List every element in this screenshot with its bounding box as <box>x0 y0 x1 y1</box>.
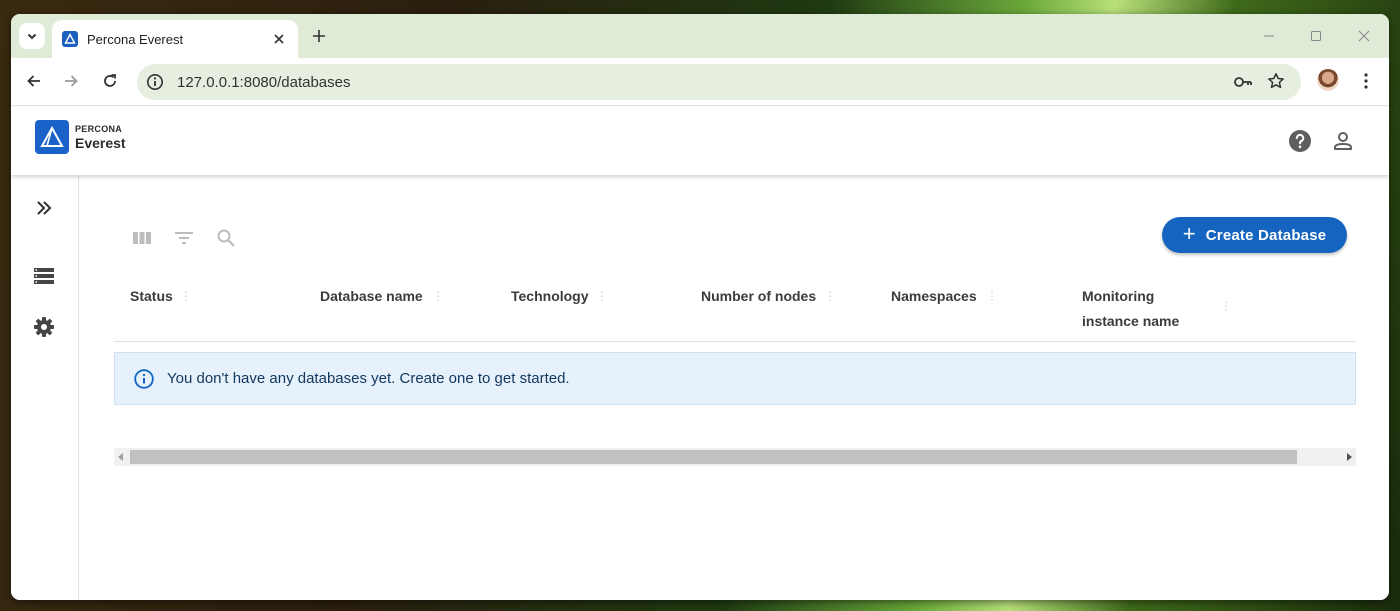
tab-title: Percona Everest <box>87 31 184 47</box>
sidebar-item-settings[interactable] <box>31 314 57 340</box>
column-header-status[interactable]: Status <box>130 284 173 309</box>
close-window-button[interactable] <box>1352 26 1376 46</box>
table-header: Status ⋮ Database name ⋮ Technology ⋮ Nu… <box>114 270 1356 342</box>
password-key-icon[interactable] <box>1233 73 1253 91</box>
minimize-icon <box>1264 35 1274 37</box>
chevron-double-right-icon <box>37 201 52 215</box>
column-header-technology[interactable]: Technology <box>511 284 589 309</box>
sidebar <box>11 175 79 600</box>
back-button[interactable] <box>21 68 47 94</box>
arrow-right-icon <box>65 75 78 87</box>
column-header-database-name[interactable]: Database name <box>320 284 423 309</box>
app-header: PERCONA Everest <box>11 107 1389 175</box>
column-menu-icon[interactable]: ⋮ <box>824 290 836 302</box>
search-icon <box>217 229 235 247</box>
url-text[interactable]: 127.0.0.1:8080/databases <box>177 74 350 91</box>
reload-button[interactable] <box>97 68 123 94</box>
column-visibility-button[interactable] <box>130 226 154 250</box>
info-icon <box>134 368 154 389</box>
bookmark-star-icon[interactable] <box>1267 72 1285 90</box>
maximize-button[interactable] <box>1304 26 1328 46</box>
forward-button[interactable] <box>58 68 84 94</box>
filter-icon <box>175 232 193 244</box>
close-icon <box>274 34 284 44</box>
search-button[interactable] <box>214 226 238 250</box>
filter-button[interactable] <box>172 226 196 250</box>
chevron-down-icon <box>27 33 37 40</box>
create-database-button[interactable]: + Create Database <box>1162 217 1347 253</box>
columns-icon <box>133 232 151 244</box>
arrow-left-icon <box>27 75 40 87</box>
column-header-label-line2: instance name <box>1082 313 1180 329</box>
column-menu-icon[interactable]: ⋮ <box>596 290 608 302</box>
close-icon <box>1358 30 1370 42</box>
browser-tab[interactable]: Percona Everest <box>52 20 298 58</box>
browser-menu-button[interactable] <box>1355 68 1377 94</box>
everest-logo-icon <box>35 120 69 154</box>
column-menu-icon[interactable]: ⋮ <box>986 290 998 302</box>
sidebar-expand-button[interactable] <box>31 195 57 221</box>
main-content: + Create Database Status ⋮ Database name… <box>79 175 1389 600</box>
empty-state-alert: You don't have any databases yet. Create… <box>114 352 1356 405</box>
new-tab-button[interactable] <box>308 25 330 47</box>
column-header-monitoring-instance-name[interactable]: Monitoring instance name <box>1082 284 1179 334</box>
plus-icon <box>313 30 325 42</box>
column-menu-icon[interactable]: ⋮ <box>1220 300 1232 312</box>
empty-state-message: You don't have any databases yet. Create… <box>167 370 570 387</box>
address-bar[interactable]: 127.0.0.1:8080/databases <box>137 64 1301 100</box>
browser-toolbar: 127.0.0.1:8080/databases <box>11 58 1389 106</box>
scrollbar-thumb[interactable] <box>130 450 1297 464</box>
gear-icon <box>34 317 54 337</box>
column-menu-icon[interactable]: ⋮ <box>432 290 444 302</box>
site-info-icon[interactable] <box>146 73 164 91</box>
create-database-label: Create Database <box>1205 226 1327 244</box>
browser-window: Percona Everest 127.0.0.1:8080/databases… <box>11 14 1389 600</box>
tab-close-button[interactable] <box>270 30 288 48</box>
column-header-number-of-nodes[interactable]: Number of nodes <box>701 284 816 309</box>
help-icon[interactable] <box>1288 129 1312 153</box>
tab-search-button[interactable] <box>19 23 45 49</box>
brand-line1: PERCONA <box>75 123 123 134</box>
column-header-namespaces[interactable]: Namespaces <box>891 284 977 309</box>
scroll-right-arrow[interactable] <box>1347 453 1352 461</box>
percona-everest-logo[interactable]: PERCONA Everest <box>35 120 126 154</box>
maximize-icon <box>1311 31 1321 41</box>
plus-icon: + <box>1182 221 1196 246</box>
sidebar-item-databases[interactable] <box>31 263 57 289</box>
column-menu-icon[interactable]: ⋮ <box>180 290 192 302</box>
reload-icon <box>104 74 116 87</box>
minimize-button[interactable] <box>1257 26 1281 46</box>
storage-list-icon <box>34 268 54 284</box>
tab-strip: Percona Everest <box>11 14 1389 58</box>
horizontal-scrollbar[interactable] <box>114 448 1356 466</box>
percona-favicon-icon <box>62 31 78 47</box>
brand-line2: Everest <box>75 134 126 151</box>
profile-avatar[interactable] <box>1317 69 1339 91</box>
scroll-left-arrow[interactable] <box>118 453 123 461</box>
column-header-label-line1: Monitoring <box>1082 288 1155 304</box>
more-vertical-icon <box>1364 73 1368 89</box>
user-account-icon[interactable] <box>1331 129 1355 153</box>
